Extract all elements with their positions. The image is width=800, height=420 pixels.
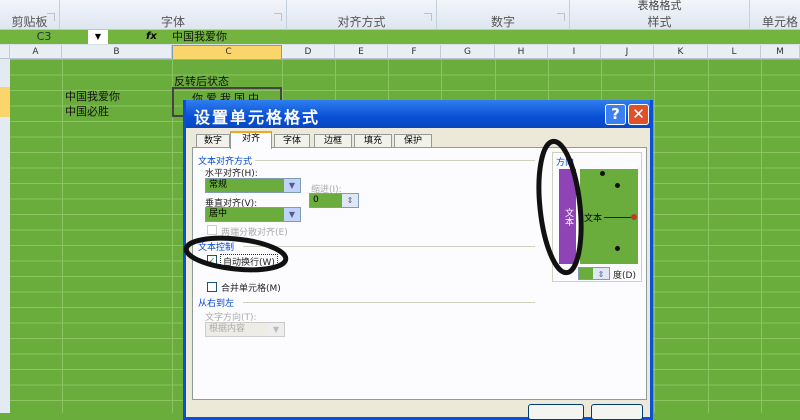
divider bbox=[243, 246, 535, 247]
gridline bbox=[62, 59, 63, 413]
ribbon-group-clipboard[interactable]: 剪贴板 bbox=[0, 0, 60, 30]
ribbon: 剪贴板 字体 对齐方式 数字 表格格式样式 单元格 bbox=[0, 0, 800, 30]
text-direction-value: 根据内容 bbox=[209, 324, 246, 334]
format-cells-dialog: 设置单元格格式 ? ✕ 数字 对齐 字体 边框 填充 保护 文本对齐方式 水平对… bbox=[183, 100, 653, 420]
close-button[interactable]: ✕ bbox=[628, 104, 649, 125]
gridline bbox=[708, 59, 709, 413]
insert-function-icon[interactable]: fx bbox=[146, 30, 162, 44]
ribbon-group-cells[interactable]: 单元格 bbox=[750, 0, 800, 30]
tab-alignment[interactable]: 对齐 bbox=[230, 131, 272, 149]
dialog-title-bar[interactable]: 设置单元格格式 bbox=[186, 100, 650, 128]
degree-spinner[interactable]: ⇕ bbox=[578, 267, 610, 280]
column-header-e[interactable]: E bbox=[335, 45, 388, 59]
vertical-align-select[interactable]: 居中 ▼ bbox=[205, 207, 301, 222]
column-header-m[interactable]: M bbox=[761, 45, 800, 59]
angle-handle[interactable] bbox=[631, 214, 637, 220]
tab-number[interactable]: 数字 bbox=[196, 134, 230, 148]
formula-bar: C3 ▼ fx 中国我爱你 bbox=[0, 30, 800, 45]
column-header-b[interactable]: B bbox=[62, 45, 172, 59]
group-label: 剪贴板 bbox=[11, 15, 48, 29]
group-label: 单元格 bbox=[761, 15, 798, 29]
column-header-l[interactable]: L bbox=[708, 45, 761, 59]
rtl-section: 从右到左 bbox=[198, 299, 235, 309]
dial-dot-icon bbox=[615, 183, 620, 188]
divider bbox=[243, 302, 535, 303]
merge-cells-label: 合并单元格(M) bbox=[221, 284, 281, 294]
dialog-launcher-icon[interactable] bbox=[47, 13, 55, 21]
select-all-button[interactable] bbox=[0, 45, 10, 59]
column-header-g[interactable]: G bbox=[441, 45, 495, 59]
dial-dot-icon bbox=[615, 246, 620, 251]
orientation-box: 方向 文本 文本 ⇕ 度(D) bbox=[552, 152, 642, 282]
column-header-i[interactable]: I bbox=[548, 45, 601, 59]
gridline bbox=[654, 59, 655, 413]
name-box-dropdown-icon[interactable]: ▼ bbox=[88, 30, 108, 44]
name-box[interactable]: C3 bbox=[0, 30, 88, 44]
help-button[interactable]: ? bbox=[605, 104, 626, 125]
horizontal-align-select[interactable]: 常规 ▼ bbox=[205, 178, 301, 193]
cell-b3[interactable]: 中国我爱你 bbox=[65, 88, 120, 104]
wrap-text-checkbox[interactable]: ✓ bbox=[207, 255, 217, 265]
row-header-3[interactable] bbox=[0, 87, 10, 102]
dial-dot-icon bbox=[600, 171, 605, 176]
spinner-arrows-icon[interactable]: ⇕ bbox=[342, 194, 358, 207]
column-header-d[interactable]: D bbox=[282, 45, 335, 59]
cell-b4[interactable]: 中国必胜 bbox=[65, 103, 109, 119]
dialog-launcher-icon[interactable] bbox=[557, 13, 565, 21]
horizontal-align-value: 常规 bbox=[209, 180, 228, 190]
ribbon-group-styles[interactable]: 表格格式 样式 bbox=[570, 0, 750, 30]
group-label: 样式 bbox=[647, 15, 672, 29]
dialog-launcher-icon[interactable] bbox=[274, 13, 282, 21]
group-label: 数字 bbox=[490, 15, 515, 29]
chevron-down-icon[interactable]: ▼ bbox=[284, 208, 300, 221]
group-label: 字体 bbox=[160, 15, 185, 29]
tab-fill[interactable]: 填充 bbox=[354, 134, 392, 148]
ribbon-group-alignment[interactable]: 对齐方式 bbox=[287, 0, 437, 30]
ribbon-group-font[interactable]: 字体 bbox=[60, 0, 287, 30]
merge-cells-checkbox[interactable] bbox=[207, 282, 217, 292]
column-header-j[interactable]: J bbox=[601, 45, 654, 59]
ok-button[interactable] bbox=[528, 404, 584, 420]
indent-value: 0 bbox=[313, 195, 319, 205]
tab-protection[interactable]: 保护 bbox=[394, 134, 432, 148]
column-header-k[interactable]: K bbox=[654, 45, 708, 59]
row-headers[interactable] bbox=[0, 59, 10, 413]
orientation-section: 方向 bbox=[556, 158, 575, 168]
divider bbox=[255, 160, 535, 161]
text-direction-select[interactable]: 根据内容 ▼ bbox=[205, 322, 285, 337]
tab-font[interactable]: 字体 bbox=[274, 134, 310, 148]
column-header-h[interactable]: H bbox=[495, 45, 548, 59]
chevron-down-icon[interactable]: ▼ bbox=[284, 179, 300, 192]
angle-pointer bbox=[604, 217, 632, 218]
gridline bbox=[761, 59, 762, 413]
cancel-button[interactable] bbox=[591, 404, 643, 420]
text-control-section: 文本控制 bbox=[198, 243, 235, 253]
dialog-launcher-icon[interactable] bbox=[424, 13, 432, 21]
column-header-a[interactable]: A bbox=[10, 45, 62, 59]
angled-text-label: 文本 bbox=[584, 214, 603, 224]
ribbon-group-number[interactable]: 数字 bbox=[437, 0, 570, 30]
column-header-f[interactable]: F bbox=[388, 45, 441, 59]
column-header-c[interactable]: C bbox=[172, 45, 282, 60]
chevron-down-icon[interactable]: ▼ bbox=[268, 323, 284, 336]
vertical-align-value: 居中 bbox=[209, 209, 228, 219]
column-headers: A B C D E F G H I J K L M bbox=[0, 45, 800, 60]
tab-border[interactable]: 边框 bbox=[314, 134, 352, 148]
wrap-text-label: 自动换行(W) bbox=[220, 254, 278, 269]
group-label: 对齐方式 bbox=[337, 15, 386, 29]
spinner-arrows-icon[interactable]: ⇕ bbox=[593, 268, 609, 279]
degree-label: 度(D) bbox=[613, 271, 636, 281]
table-format-label[interactable]: 表格格式 bbox=[570, 0, 749, 12]
dialog-title: 设置单元格格式 bbox=[194, 108, 321, 127]
row-header-4[interactable] bbox=[0, 102, 10, 117]
distributed-label: 两端分散对齐(E) bbox=[221, 228, 288, 238]
indent-spinner[interactable]: 0 ⇕ bbox=[309, 193, 359, 208]
alignment-panel: 文本对齐方式 水平对齐(H): 常规 ▼ 缩进(I): 0 ⇕ 垂直对齐(V): 居… bbox=[192, 147, 647, 400]
formula-input[interactable]: 中国我爱你 bbox=[172, 30, 227, 44]
vertical-text-button[interactable]: 文本 bbox=[559, 169, 576, 264]
distributed-checkbox[interactable] bbox=[207, 225, 217, 235]
orientation-dial[interactable]: 文本 bbox=[580, 169, 638, 264]
